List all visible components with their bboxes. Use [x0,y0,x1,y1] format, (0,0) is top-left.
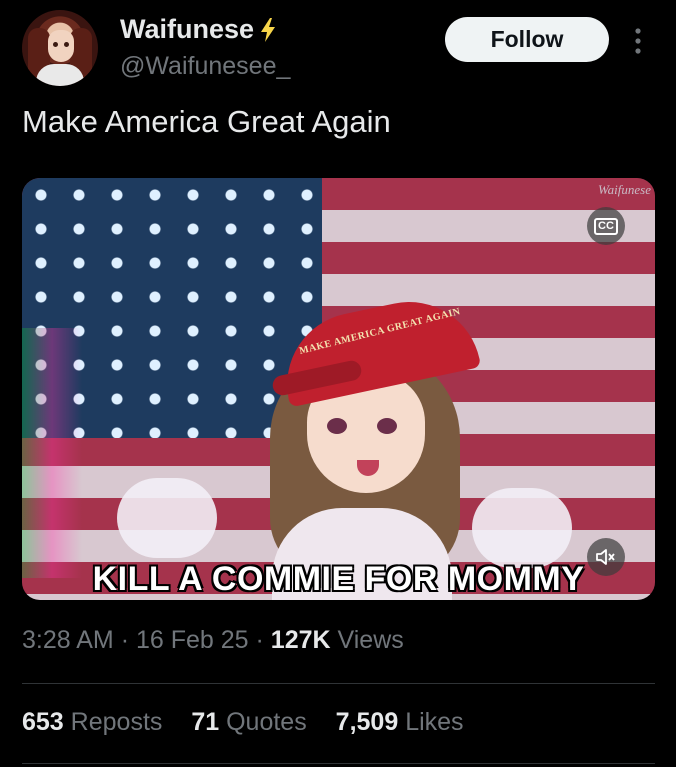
views-label: Views [337,626,404,654]
avatar-body [36,64,84,86]
meta-separator: · [120,626,130,654]
character-hand-left [117,478,217,558]
avatar-eye [64,42,69,47]
divider [22,763,655,764]
reposts-stat[interactable]: 653 Reposts [22,708,169,736]
author-display-name[interactable]: Waifunese [120,14,254,45]
likes-count: 7,509 [335,708,399,736]
quotes-stat[interactable]: 71 Quotes [191,708,313,736]
likes-stat[interactable]: 7,509 Likes [336,708,464,736]
engagement-stats: 653 Reposts 71 Quotes 7,509 Likes [22,708,486,737]
follow-button[interactable]: Follow [445,17,609,62]
video-caption: KILL A COMMIE FOR MOMMY [92,560,585,598]
reposts-label: Reposts [70,708,163,736]
author-name-row[interactable]: Waifunese [120,14,278,45]
video-watermark: Waifunese [598,182,651,197]
character-hand-right [472,488,572,568]
tweet-detail: Waifunese @Waifunesee_ Follow Make Ameri… [0,0,676,767]
tweet-text: Make America Great Again [22,104,391,139]
avatar-eye [53,42,58,47]
quotes-label: Quotes [226,708,307,736]
closed-captions-button[interactable]: CC [587,207,625,245]
views-count: 127K [270,626,331,654]
more-vertical-icon[interactable] [630,27,646,55]
character-eye [377,418,397,434]
meta-separator: · [255,626,264,654]
likes-label: Likes [405,708,464,736]
divider [22,683,655,684]
character-eye [327,418,347,434]
tweet-meta: 3:28 AM · 16 Feb 25 · 127K Views [22,626,404,655]
author-handle[interactable]: @Waifunesee_ [120,52,290,81]
mute-button[interactable] [587,538,625,576]
quotes-count: 71 [191,708,220,736]
video-player[interactable]: MAKE AMERICA GREAT AGAIN Waifunese CC KI… [22,178,655,600]
reposts-count: 653 [22,708,64,736]
cc-icon: CC [594,217,618,235]
avatar-face [48,30,74,62]
glitch-effect [22,328,82,578]
tweet-date[interactable]: 16 Feb 25 [136,626,249,654]
avatar[interactable] [22,10,98,86]
lightning-bolt-icon [261,17,276,42]
speaker-muted-icon [596,549,615,565]
tweet-time[interactable]: 3:28 AM [22,626,114,654]
